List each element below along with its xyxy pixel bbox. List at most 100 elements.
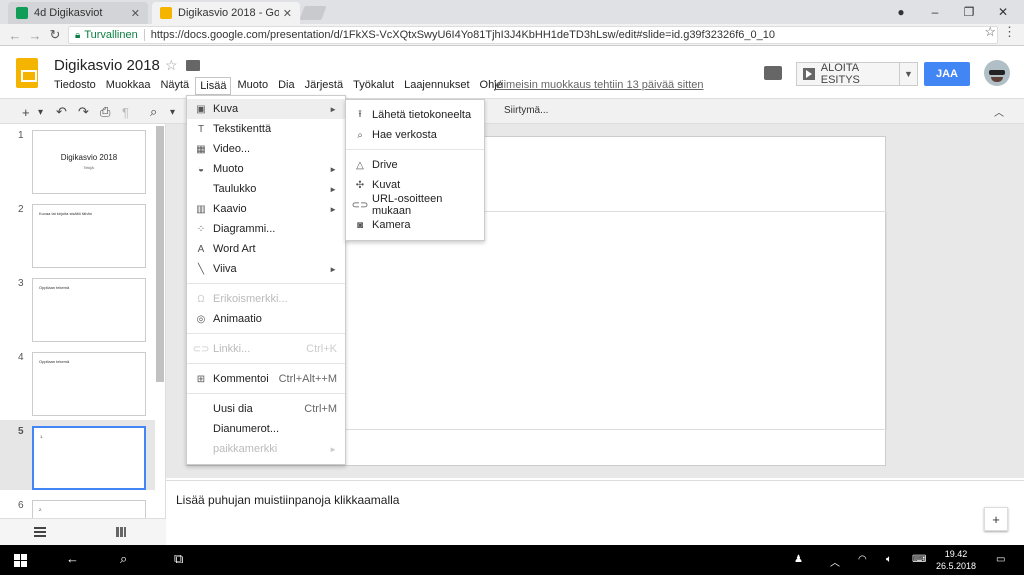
- menu-item-kuva[interactable]: ▣ Kuva ►: [187, 99, 345, 119]
- task-view-icon[interactable]: ⧉: [174, 551, 183, 567]
- menu-divider: [187, 393, 345, 394]
- chart-icon: ▥: [196, 203, 206, 215]
- volume-icon[interactable]: 🔈︎: [886, 554, 892, 565]
- menu-item-animaatio[interactable]: ◎ Animaatio: [187, 309, 345, 329]
- slide-thumbnail[interactable]: 2 Kuvaa tai kirjoita sisältö tähän: [0, 198, 155, 268]
- slide-thumbnail[interactable]: 3 Oppilaan tekemä: [0, 272, 155, 342]
- menu-dia[interactable]: Dia: [274, 77, 299, 95]
- menu-nayta[interactable]: Näytä: [156, 77, 193, 95]
- speaker-notes[interactable]: Lisää puhujan muistiinpanoja klikkaamall…: [166, 480, 1024, 545]
- slide-number: 3: [18, 278, 24, 289]
- menu-tiedosto[interactable]: Tiedosto: [50, 77, 100, 95]
- zoom-icon[interactable]: ⌕: [150, 103, 157, 121]
- explore-add-icon[interactable]: [984, 507, 1008, 531]
- back-icon[interactable]: ←: [6, 26, 24, 44]
- menu-item-viiva[interactable]: ╲ Viiva ►: [187, 259, 345, 279]
- keyboard-icon[interactable]: ⌨: [912, 554, 926, 565]
- filmstrip-view-icon[interactable]: [34, 527, 46, 537]
- share-button[interactable]: JAA: [924, 62, 970, 86]
- present-button[interactable]: ALOITA ESITYS: [796, 62, 900, 86]
- menu-item-paikkamerkki: paikkamerkki ►: [187, 439, 345, 459]
- menu-item-tekstikentta[interactable]: T Tekstikenttä: [187, 119, 345, 139]
- menu-item-word-art[interactable]: A Word Art: [187, 239, 345, 259]
- last-edit-link[interactable]: Viimeisin muokkaus tehtiin 13 päivää sit…: [494, 79, 704, 91]
- menu-item-label: Muoto: [213, 163, 244, 175]
- submenu-item-search-web[interactable]: ⌕ Hae verkosta: [346, 125, 484, 145]
- print-icon[interactable]: ⎙: [100, 103, 110, 121]
- present-dropdown-icon[interactable]: ▼: [900, 62, 918, 86]
- slides-logo-icon[interactable]: [16, 58, 38, 88]
- menu-jarjesta[interactable]: Järjestä: [301, 77, 348, 95]
- submenu-arrow-icon: ►: [329, 264, 337, 274]
- slide-thumbnail[interactable]: 1 Digikasvio 2018 Tekijä:: [0, 124, 155, 194]
- submenu-arrow-icon: ►: [329, 204, 337, 214]
- paint-format-icon[interactable]: ¶: [122, 103, 129, 121]
- menu-item-kaavio[interactable]: ▥ Kaavio ►: [187, 199, 345, 219]
- search-icon[interactable]: ⌕: [120, 551, 127, 567]
- new-slide-dropdown-icon[interactable]: ▾: [38, 103, 43, 121]
- slide-thumbnail-selected[interactable]: 5 1.: [0, 420, 155, 490]
- browser-tab-digikasvio[interactable]: Digikasvio 2018 - Google ✕: [152, 2, 300, 24]
- menu-muokkaa[interactable]: Muokkaa: [102, 77, 155, 95]
- folder-icon[interactable]: [186, 60, 200, 71]
- redo-icon[interactable]: ↷: [78, 103, 89, 121]
- slide-thumbnail[interactable]: 6 2.: [0, 494, 155, 518]
- menu-item-label: Erikoismerkki...: [213, 293, 288, 305]
- new-tab-button[interactable]: [299, 6, 327, 20]
- submenu-item-url[interactable]: ⊂⊃ URL-osoitteen mukaan: [346, 193, 484, 217]
- star-icon[interactable]: ☆: [165, 57, 178, 74]
- document-title[interactable]: Digikasvio 2018: [54, 57, 160, 74]
- bookmark-star-icon[interactable]: ☆: [984, 24, 996, 40]
- undo-icon[interactable]: ↶: [56, 103, 67, 121]
- minimize-button[interactable]: –: [918, 0, 952, 24]
- filmstrip-scrollbar[interactable]: [156, 126, 164, 382]
- link-icon: ⊂⊃: [351, 199, 369, 211]
- browser-tab-digikasviot[interactable]: 4d Digikasviot ✕: [8, 2, 148, 24]
- profile-icon[interactable]: ●: [884, 0, 918, 24]
- menu-item-taulukko[interactable]: Taulukko ►: [187, 179, 345, 199]
- reload-icon[interactable]: ↻: [46, 26, 64, 44]
- transition-button[interactable]: Siirtymä...: [504, 105, 548, 116]
- menu-divider: [187, 363, 345, 364]
- windows-start-icon[interactable]: [14, 554, 27, 567]
- slide-thumbnail[interactable]: 4 Oppilaan tekemä: [0, 346, 155, 416]
- menu-item-dianumerot[interactable]: Dianumerot...: [187, 419, 345, 439]
- slide-number: 4: [18, 352, 24, 363]
- browser-tab-strip: 4d Digikasviot ✕ Digikasvio 2018 - Googl…: [0, 0, 1024, 24]
- menu-item-video[interactable]: ▦ Video...: [187, 139, 345, 159]
- shortcut-text: Ctrl+K: [306, 343, 337, 355]
- new-slide-icon[interactable]: +: [22, 103, 30, 121]
- submenu-item-camera[interactable]: ◙ Kamera: [346, 215, 484, 235]
- menu-tyokalut[interactable]: Työkalut: [349, 77, 398, 95]
- speaker-notes-placeholder: Lisää puhujan muistiinpanoja klikkaamall…: [176, 493, 400, 507]
- zoom-dropdown-icon[interactable]: ▾: [170, 103, 175, 121]
- tray-chevron-icon[interactable]: ︿: [830, 554, 840, 569]
- menu-lisaa[interactable]: Lisää: [195, 77, 232, 95]
- menu-laajennukset[interactable]: Laajennukset: [400, 77, 473, 95]
- menu-item-diagrammi[interactable]: ⁘ Diagrammi...: [187, 219, 345, 239]
- taskbar-clock[interactable]: 19.42 26.5.2018: [934, 548, 978, 572]
- avatar[interactable]: [984, 60, 1010, 86]
- browser-menu-icon[interactable]: ⋮: [1003, 24, 1016, 40]
- notifications-icon[interactable]: ▭: [996, 554, 1005, 565]
- close-window-button[interactable]: ✕: [986, 0, 1020, 24]
- wifi-icon[interactable]: ◠: [858, 554, 867, 565]
- collapse-toolbar-icon[interactable]: ︿: [994, 104, 1004, 119]
- menu-item-kommentoi[interactable]: ⊞ Kommentoi Ctrl+Alt++M: [187, 369, 345, 389]
- menu-muoto[interactable]: Muoto: [233, 77, 272, 95]
- tab-close-icon[interactable]: ✕: [283, 7, 292, 20]
- menu-item-uusi-dia[interactable]: Uusi dia Ctrl+M: [187, 399, 345, 419]
- slide-number: 1: [18, 130, 24, 141]
- grid-view-icon[interactable]: [116, 527, 126, 537]
- maximize-button[interactable]: ❐: [952, 0, 986, 24]
- forward-icon[interactable]: →: [26, 26, 44, 44]
- url-input[interactable]: 🔒︎ Turvallinen https://docs.google.com/p…: [68, 26, 998, 44]
- back-arrow-icon[interactable]: ←: [66, 551, 79, 566]
- submenu-item-drive[interactable]: △ Drive: [346, 155, 484, 175]
- submenu-item-upload[interactable]: ⭱ Lähetä tietokoneelta: [346, 105, 484, 125]
- people-icon[interactable]: ♟: [794, 554, 803, 565]
- menu-item-muoto[interactable]: ◒ Muoto ►: [187, 159, 345, 179]
- comments-icon[interactable]: [764, 66, 782, 80]
- tab-close-icon[interactable]: ✕: [131, 7, 140, 20]
- submenu-item-photos[interactable]: ✣ Kuvat: [346, 175, 484, 195]
